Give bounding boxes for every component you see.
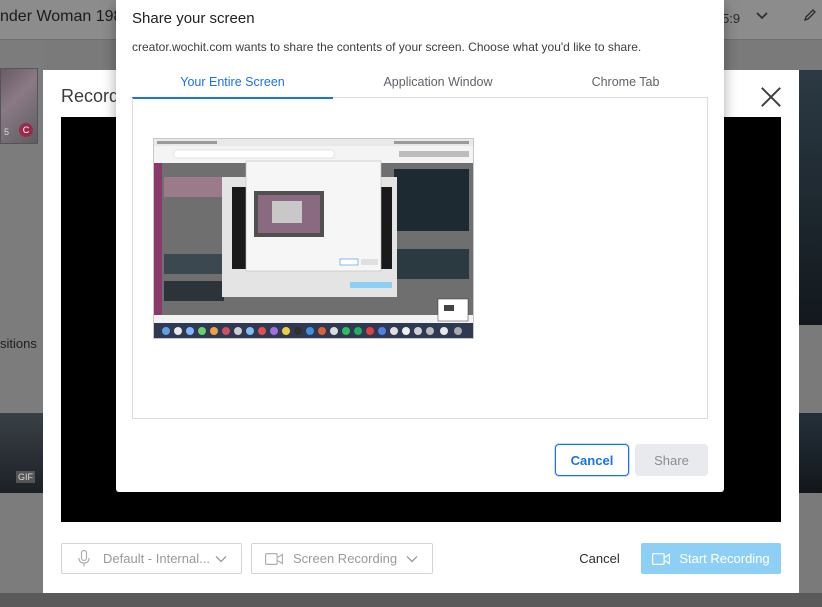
recording-modal-title: Record [61,86,120,106]
chevron-down-icon [406,553,418,565]
source-picker-pane [132,98,708,419]
chevron-down-icon [215,553,227,565]
tab-application-window[interactable]: Application Window [333,66,543,98]
pencil-icon [803,8,817,26]
background-right-film [799,413,822,493]
thumbnail-number: 5 [4,127,10,137]
close-icon[interactable] [760,86,782,108]
tab-entire-screen[interactable]: Your Entire Screen [132,66,333,99]
gif-badge: GIF [16,471,35,483]
share-dialog-description: creator.wochit.com wants to share the co… [132,40,642,54]
video-source-select[interactable]: Screen Recording [251,543,433,574]
tab-chrome-tab[interactable]: Chrome Tab [543,66,708,98]
video-camera-icon [265,550,283,568]
background-film-thumbnail: GIF [0,413,44,493]
microphone-icon [75,550,93,568]
background-right-preview [799,70,822,325]
share-source-tabs: Your Entire Screen Application Window Ch… [132,66,708,99]
share-dialog-title: Share your screen [132,10,255,27]
background-positions-label: sitions [0,336,37,351]
background-media-thumbnail: 5 C [0,68,38,144]
background-project-title: nder Woman 198 [0,8,123,25]
start-recording-label: Start Recording [679,551,770,566]
thumbnail-badge: C [19,123,33,137]
entire-screen-thumbnail[interactable] [153,138,474,339]
audio-source-label: Default - Internal... [103,551,210,566]
start-recording-button[interactable]: Start Recording [641,543,781,574]
background-timeline [0,593,822,607]
video-camera-icon [652,552,671,565]
share-cancel-button[interactable]: Cancel [555,444,629,476]
share-button[interactable]: Share [635,444,708,476]
chevron-down-icon [755,9,769,26]
video-source-label: Screen Recording [293,551,398,566]
aspect-ratio-label: 5:9 [722,11,741,26]
recording-cancel-button[interactable]: Cancel [563,544,636,574]
share-screen-dialog: Share your screen creator.wochit.com wan… [116,0,724,492]
audio-source-select[interactable]: Default - Internal... [61,543,242,574]
